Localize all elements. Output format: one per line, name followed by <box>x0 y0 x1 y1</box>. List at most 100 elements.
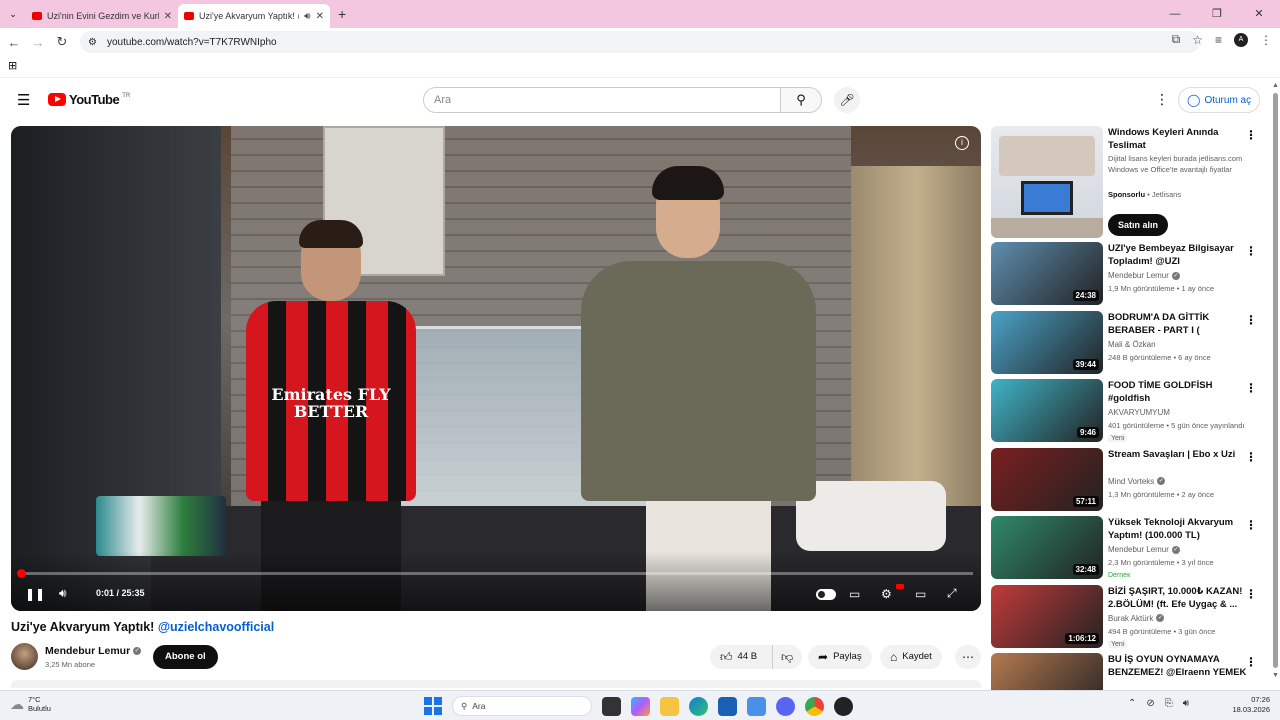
forward-icon[interactable]: → <box>26 35 50 50</box>
video-thumbnail[interactable]: 57:11 <box>991 447 1103 511</box>
save-button[interactable]: ⌂ Kaydet <box>880 645 942 669</box>
description-box[interactable] <box>11 680 981 688</box>
media-control-icon[interactable]: ≡ <box>1215 33 1222 47</box>
scrollbar-thumb[interactable] <box>1273 93 1278 668</box>
network-icon[interactable]: ⊘ <box>1146 698 1154 709</box>
new-tab-button[interactable]: + <box>338 6 346 22</box>
store-icon[interactable] <box>718 696 737 716</box>
more-vert-icon[interactable]: ⋮ <box>1245 587 1257 601</box>
recommendation-title[interactable]: FOOD TİME GOLDFİSH #goldfish <box>1108 379 1248 405</box>
voice-search-button[interactable]: 🎤︎ <box>834 87 860 113</box>
recommendation-item[interactable]: 39:44 BODRUM'A DA GİTTİK BERABER - PART I… <box>991 310 1267 377</box>
tab-search-chevron-icon[interactable]: ⌄ <box>0 9 26 20</box>
more-vert-icon[interactable]: ⋮ <box>1245 381 1257 395</box>
signin-button[interactable]: ◯ Oturum aç <box>1178 87 1261 113</box>
browser-menu-icon[interactable]: ⋮ <box>1260 33 1272 47</box>
more-vert-icon[interactable]: ⋮ <box>1245 655 1257 669</box>
copilot-icon[interactable] <box>631 696 650 716</box>
recommendation-channel[interactable]: Burak Aktürk ✓ <box>1108 614 1165 623</box>
restore-icon[interactable]: ❐ <box>1196 0 1238 28</box>
app-icon-dark[interactable] <box>834 696 853 716</box>
recommendation-channel[interactable]: AKVARYUMYUM <box>1108 408 1170 417</box>
profile-avatar[interactable]: A <box>1234 32 1248 47</box>
channel-name[interactable]: Mendebur Lemur ✓ <box>45 645 142 657</box>
scroll-down-icon[interactable]: ▼ <box>1272 672 1279 679</box>
ad-thumbnail[interactable] <box>991 126 1103 238</box>
site-info-icon[interactable]: ⚙︎ <box>88 37 97 48</box>
recommendation-channel[interactable]: Mendebur Lemur ✓ <box>1108 545 1180 554</box>
recommendation-title[interactable]: Stream Savaşları | Ebo x Uzi <box>1108 448 1248 461</box>
install-app-icon[interactable]: ⧉ <box>1172 32 1181 47</box>
chrome-icon[interactable] <box>805 696 824 716</box>
video-thumbnail[interactable]: 24:38 <box>991 242 1103 305</box>
video-thumbnail[interactable]: 32:48 <box>991 516 1103 579</box>
scrubber-handle[interactable] <box>17 569 26 578</box>
address-bar[interactable]: ⚙︎ youtube.com/watch?v=T7K7RWNIpho <box>80 31 1200 53</box>
more-vert-icon[interactable]: ⋮ <box>1245 450 1257 464</box>
apps-grid-icon[interactable]: ⊞ <box>8 59 17 72</box>
video-thumbnail[interactable]: 39:44 <box>991 310 1103 374</box>
video-thumbnail[interactable]: 9:46 <box>991 379 1103 442</box>
recommendation-title[interactable]: Yüksek Teknoloji Akvaryum Yaptım! (100.0… <box>1108 516 1248 542</box>
buy-button[interactable]: Satın alın <box>1108 214 1169 236</box>
recommendation-title[interactable]: BODRUM'A DA GİTTİK BERABER - PART I ( @u… <box>1108 311 1248 337</box>
autoplay-toggle[interactable] <box>816 589 836 600</box>
pause-icon[interactable]: ❚❚ <box>25 587 45 601</box>
video-title-mention-link[interactable]: @uzielchavoofficial <box>158 620 274 634</box>
tab-close-icon[interactable]: ✕ <box>164 11 172 22</box>
chevron-up-icon[interactable]: ⌃ <box>1128 698 1136 709</box>
search-input[interactable]: Ara <box>423 87 781 113</box>
tab-uzi-akvaryum[interactable]: Uzi'ye Akvaryum Yaptık! @u 🔊︎ ✕ <box>178 4 330 28</box>
video-player[interactable]: Emirates FLY BETTER i ❚❚ 🔊︎ 0:01 / 25:35… <box>11 126 981 611</box>
app-icon[interactable] <box>747 696 766 716</box>
scroll-up-icon[interactable]: ▲ <box>1272 82 1279 89</box>
settings-more-icon[interactable]: ⋮ <box>1155 91 1169 108</box>
video-thumbnail[interactable]: 1:06:12 <box>991 584 1103 648</box>
close-window-icon[interactable]: ✕ <box>1238 0 1280 28</box>
taskbar-search[interactable]: ⚲ Ara <box>452 696 592 716</box>
recommendation-item[interactable]: 24:38 UZI'ye Bembeyaz Bilgisayar Topladım… <box>991 242 1267 308</box>
dislike-button[interactable]: 👎︎ <box>772 645 802 669</box>
clock[interactable]: 07:26 18.03.2026 <box>1222 695 1270 715</box>
back-icon[interactable]: ← <box>2 35 26 50</box>
share-button[interactable]: ➦ Paylaş <box>808 645 872 669</box>
youtube-logo[interactable]: YouTube TR <box>48 92 130 107</box>
volume-tray-icon[interactable]: 🔊︎ <box>1183 698 1189 709</box>
recommendation-title[interactable]: BU İŞ OYUN OYNAMAYA BENZEMEZ! @Elraenn Y… <box>1108 653 1248 679</box>
recommendation-item[interactable]: 32:48 Yüksek Teknoloji Akvaryum Yaptım! (… <box>991 516 1267 582</box>
minimize-icon[interactable]: — <box>1154 0 1196 28</box>
recommendation-title[interactable]: UZI'ye Bembeyaz Bilgisayar Topladım! @UZ… <box>1108 242 1248 268</box>
recommendation-item[interactable]: 9:46 FOOD TİME GOLDFİSH #goldfish AKVARYUM… <box>991 379 1267 445</box>
more-vert-icon[interactable]: ⋮ <box>1245 313 1257 327</box>
settings-gear-icon[interactable]: ⚙︎ <box>881 587 892 601</box>
windows-start-icon[interactable] <box>424 697 442 715</box>
recommendation-channel[interactable]: Mali & Özkan <box>1108 340 1156 349</box>
reload-icon[interactable]: ↻ <box>50 34 74 50</box>
search-button[interactable]: ⚲ <box>780 87 822 113</box>
recommendation-item[interactable]: 1:06:12 BİZİ ŞAŞIRT, 10.000₺ KAZAN! 2.BÖL… <box>991 584 1267 651</box>
more-vert-icon[interactable]: ⋮ <box>1245 518 1257 532</box>
subtitles-icon[interactable]: ▭ <box>849 587 860 601</box>
recommendation-item[interactable]: 57:11 Stream Savaşları | Ebo x Uzi Mind Vo… <box>991 447 1267 514</box>
tab-uzi-ev[interactable]: Uzi'nin Evini Gezdim ve Kurbağ ✕ <box>26 4 178 28</box>
bookmark-star-icon[interactable]: ☆ <box>1192 33 1203 47</box>
fullscreen-icon[interactable]: ⤢ <box>947 586 957 601</box>
hamburger-menu-icon[interactable]: ☰ <box>17 91 30 109</box>
file-explorer-icon[interactable] <box>660 696 679 716</box>
ad-title[interactable]: Windows Keyleri Anında Teslimat <box>1108 126 1248 152</box>
edge-icon[interactable] <box>689 696 708 716</box>
recommendation-channel[interactable]: Mind Vorteks ✓ <box>1108 477 1166 486</box>
discord-icon[interactable] <box>776 696 795 716</box>
device-icon[interactable]: ⎘ <box>1165 698 1173 709</box>
subscribe-button[interactable]: Abone ol <box>153 645 218 669</box>
volume-icon[interactable]: 🔊︎ <box>59 586 67 601</box>
progress-bar[interactable] <box>17 569 973 578</box>
info-icon[interactable]: i <box>955 136 969 150</box>
recommendation-channel[interactable]: Mendebur Lemur ✓ <box>1108 271 1180 280</box>
more-vert-icon[interactable]: ⋮ <box>1245 128 1257 142</box>
more-vert-icon[interactable]: ⋮ <box>1245 244 1257 258</box>
more-actions-button[interactable]: ⋯ <box>955 645 981 669</box>
tab-close-icon[interactable]: ✕ <box>316 11 324 22</box>
weather-widget[interactable]: ☁ 7°C Bulutlu <box>10 695 51 713</box>
theater-mode-icon[interactable]: ▭ <box>915 587 926 601</box>
